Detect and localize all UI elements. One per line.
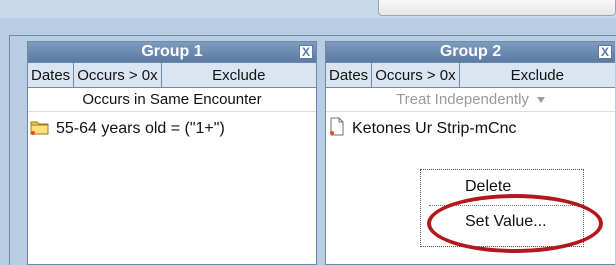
chevron-down-icon [536, 96, 545, 103]
group-1-timing-select[interactable]: Occurs in Same Encounter [28, 88, 316, 112]
group-2-header: Group 2 X [326, 42, 615, 62]
group-1-item[interactable]: 55-64 years old = ("1+") [28, 117, 316, 141]
top-button[interactable] [378, 0, 616, 16]
group-1-title: Group 1 [141, 43, 203, 60]
group-1-occurs-tab[interactable]: Occurs > 0x [74, 63, 162, 87]
group-1-timing-label: Occurs in Same Encounter [82, 91, 262, 108]
group-1-dates-tab[interactable]: Dates [28, 63, 75, 87]
group-2-timing-select[interactable]: Treat Independently [326, 88, 615, 112]
group-1-exclude-tab[interactable]: Exclude [162, 63, 316, 87]
group-1-header: Group 1 X [28, 42, 316, 62]
group-1-item-label: 55-64 years old = ("1+") [56, 120, 225, 137]
folder-icon [30, 118, 50, 141]
document-icon [328, 117, 346, 141]
group-1-close-button[interactable]: X [299, 45, 313, 59]
group-2-close-button[interactable]: X [598, 45, 612, 59]
group-2-tab-row: Dates Occurs > 0x Exclude [326, 62, 615, 88]
group-2-occurs-tab[interactable]: Occurs > 0x [372, 63, 460, 87]
group-2-dates-tab[interactable]: Dates [326, 63, 373, 87]
group-2-item[interactable]: Ketones Ur Strip-mCnc [326, 117, 615, 141]
group-2-item-label: Ketones Ur Strip-mCnc [352, 120, 517, 137]
group-2-title: Group 2 [439, 43, 502, 60]
group-2-timing-label: Treat Independently [396, 91, 529, 108]
group-2-exclude-tab[interactable]: Exclude [460, 63, 615, 87]
group-1-panel: Group 1 X Dates Occurs > 0x Exclude Occu… [27, 41, 317, 265]
group-1-tab-row: Dates Occurs > 0x Exclude [28, 62, 316, 88]
highlight-oval [427, 194, 603, 253]
